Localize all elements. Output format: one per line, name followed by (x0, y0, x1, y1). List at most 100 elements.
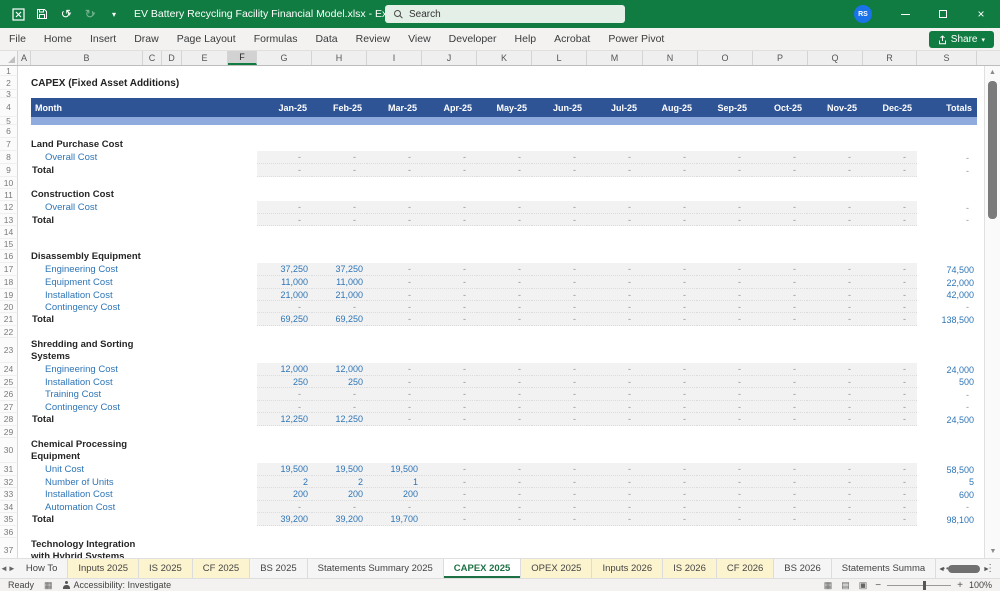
value-cell-r31-m9[interactable]: - (697, 463, 752, 476)
value-cell-r20-m4[interactable]: - (422, 301, 477, 313)
value-cell-r18-m5[interactable]: - (477, 276, 532, 289)
value-cell-r13-m5[interactable]: - (477, 214, 532, 226)
value-cell-r19-m9[interactable]: - (697, 289, 752, 301)
value-cell-r8-m10[interactable]: - (752, 151, 807, 164)
cell-A25[interactable] (18, 376, 31, 388)
value-cell-r35-m6[interactable]: - (532, 513, 587, 526)
month-header-Jan-25[interactable]: Jan-25 (257, 98, 312, 117)
value-cell-r24-m7[interactable]: - (587, 363, 642, 376)
value-cell-r35-m10[interactable]: - (752, 513, 807, 526)
section-header-cell[interactable]: Construction Cost (31, 189, 114, 201)
value-cell-r9-m6[interactable]: - (532, 164, 587, 177)
cell-A34[interactable] (18, 501, 31, 513)
totals-cell-r32[interactable]: 5 (917, 476, 977, 488)
value-cell-r28-m4[interactable]: - (422, 413, 477, 426)
value-cell-r34-m12[interactable]: - (862, 501, 917, 513)
value-cell-r33-m9[interactable]: - (697, 488, 752, 501)
item-label-cell[interactable]: Engineering Cost (31, 363, 257, 376)
value-cell-r21-m11[interactable]: - (807, 313, 862, 326)
ribbon-tab-acrobat[interactable]: Acrobat (545, 28, 599, 50)
value-cell-r26-m11[interactable]: - (807, 388, 862, 401)
scroll-down-icon[interactable]: ▼ (985, 545, 1000, 558)
value-cell-r8-m4[interactable]: - (422, 151, 477, 164)
value-cell-r9-m1[interactable]: - (257, 164, 312, 177)
row-number-5[interactable]: 5 (0, 116, 18, 126)
value-cell-r24-m8[interactable]: - (642, 363, 697, 376)
value-cell-r25-m9[interactable]: - (697, 376, 752, 388)
vertical-scroll-thumb[interactable] (988, 81, 997, 219)
row-number-28[interactable]: 28 (0, 413, 18, 426)
row-number-26[interactable]: 26 (0, 388, 18, 401)
item-label-cell[interactable]: Unit Cost (31, 463, 257, 476)
value-cell-r32-m9[interactable]: - (697, 476, 752, 488)
value-cell-r17-m11[interactable]: - (807, 263, 862, 276)
totals-cell-r33[interactable]: 600 (917, 488, 977, 501)
value-cell-r18-m11[interactable]: - (807, 276, 862, 289)
totals-cell-r28[interactable]: 24,500 (917, 413, 977, 426)
value-cell-r19-m1[interactable]: 21,000 (257, 289, 312, 301)
column-header-S[interactable]: S (917, 51, 977, 65)
value-cell-r18-m2[interactable]: 11,000 (312, 276, 367, 289)
value-cell-r34-m8[interactable]: - (642, 501, 697, 513)
row-number-19[interactable]: 19 (0, 289, 18, 301)
value-cell-r21-m4[interactable]: - (422, 313, 477, 326)
totals-cell-r24[interactable]: 24,000 (917, 363, 977, 376)
select-all-corner[interactable] (0, 51, 18, 65)
column-header-K[interactable]: K (477, 51, 532, 65)
value-cell-r28-m12[interactable]: - (862, 413, 917, 426)
value-cell-r26-m5[interactable]: - (477, 388, 532, 401)
value-cell-r13-m2[interactable]: - (312, 214, 367, 226)
value-cell-r20-m7[interactable]: - (587, 301, 642, 313)
value-cell-r32-m8[interactable]: - (642, 476, 697, 488)
row-number-17[interactable]: 17 (0, 263, 18, 276)
restore-button[interactable] (924, 0, 962, 28)
value-cell-r25-m1[interactable]: 250 (257, 376, 312, 388)
zoom-in-icon[interactable]: + (957, 580, 963, 591)
totals-cell-r9[interactable]: - (917, 164, 977, 177)
cell-A18[interactable] (18, 276, 31, 289)
column-header-D[interactable]: D (162, 51, 182, 65)
value-cell-r21-m8[interactable]: - (642, 313, 697, 326)
value-cell-r19-m2[interactable]: 21,000 (312, 289, 367, 301)
sheet-tab-cf-2026[interactable]: CF 2026 (716, 559, 775, 578)
value-cell-r34-m5[interactable]: - (477, 501, 532, 513)
value-cell-r34-m1[interactable]: - (257, 501, 312, 513)
row-number-16[interactable]: 16 (0, 250, 18, 263)
total-label-cell[interactable]: Total (31, 513, 257, 526)
cell-A21[interactable] (18, 313, 31, 326)
value-cell-r34-m11[interactable]: - (807, 501, 862, 513)
sheet-tab-is-2026[interactable]: IS 2026 (663, 559, 717, 578)
value-cell-r17-m5[interactable]: - (477, 263, 532, 276)
horizontal-scroll-thumb[interactable] (947, 565, 980, 573)
cell-A5[interactable] (18, 117, 31, 125)
value-cell-r25-m5[interactable]: - (477, 376, 532, 388)
column-header-F[interactable]: F (228, 51, 257, 65)
value-cell-r33-m2[interactable]: 200 (312, 488, 367, 501)
value-cell-r32-m7[interactable]: - (587, 476, 642, 488)
value-cell-r8-m8[interactable]: - (642, 151, 697, 164)
value-cell-r28-m8[interactable]: - (642, 413, 697, 426)
value-cell-r33-m5[interactable]: - (477, 488, 532, 501)
totals-cell-r13[interactable]: - (917, 214, 977, 226)
value-cell-r21-m7[interactable]: - (587, 313, 642, 326)
section-header-cell[interactable]: Technology Integration with Hybrid Syste… (31, 538, 135, 558)
value-cell-r31-m5[interactable]: - (477, 463, 532, 476)
totals-cell-r27[interactable]: - (917, 401, 977, 413)
value-cell-r19-m8[interactable]: - (642, 289, 697, 301)
close-button[interactable]: × (962, 0, 1000, 28)
value-cell-r33-m12[interactable]: - (862, 488, 917, 501)
page-layout-view-icon[interactable]: ▤ (841, 580, 850, 591)
ribbon-tab-developer[interactable]: Developer (440, 28, 506, 50)
value-cell-r12-m8[interactable]: - (642, 201, 697, 214)
row-number-24[interactable]: 24 (0, 363, 18, 376)
value-cell-r26-m2[interactable]: - (312, 388, 367, 401)
value-cell-r9-m8[interactable]: - (642, 164, 697, 177)
value-cell-r32-m2[interactable]: 2 (312, 476, 367, 488)
value-cell-r25-m8[interactable]: - (642, 376, 697, 388)
value-cell-r35-m9[interactable]: - (697, 513, 752, 526)
row-number-29[interactable]: 29 (0, 426, 18, 438)
value-cell-r24-m6[interactable]: - (532, 363, 587, 376)
column-header-L[interactable]: L (532, 51, 587, 65)
totals-cell-r19[interactable]: 42,000 (917, 289, 977, 301)
cell-A4[interactable] (18, 98, 31, 117)
